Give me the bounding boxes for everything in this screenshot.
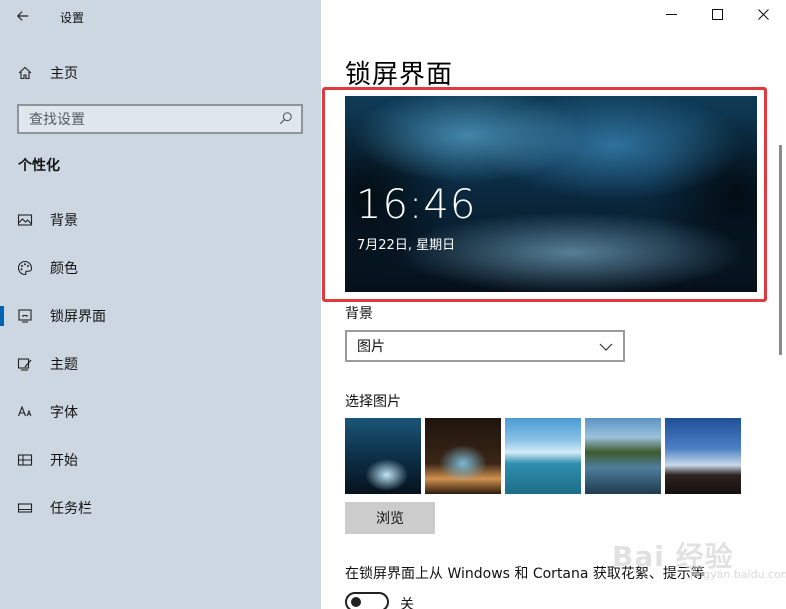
browse-button[interactable]: 浏览 — [345, 502, 435, 534]
picture-thumbnail[interactable] — [345, 418, 421, 494]
sidebar-item-fonts[interactable]: 字体 — [0, 388, 321, 436]
start-icon — [0, 452, 50, 468]
nav-list: 背景 颜色 锁屏界面 主题 字体 开始 任务栏 — [0, 196, 321, 532]
sidebar-item-background[interactable]: 背景 — [0, 196, 321, 244]
theme-icon — [0, 356, 50, 372]
picture-thumbnail[interactable] — [585, 418, 661, 494]
maximize-button[interactable] — [694, 0, 740, 32]
sidebar-item-label: 锁屏界面 — [50, 309, 106, 325]
picture-thumbnail[interactable] — [665, 418, 741, 494]
sidebar-item-start[interactable]: 开始 — [0, 436, 321, 484]
toggle-knob — [351, 597, 361, 607]
background-select-value: 图片 — [357, 339, 385, 355]
taskbar-icon — [0, 500, 50, 516]
sidebar-item-label: 背景 — [50, 213, 78, 229]
preview-date: 7月22日, 星期日 — [357, 238, 456, 253]
sidebar-item-taskbar[interactable]: 任务栏 — [0, 484, 321, 532]
preview-time: 16:46 — [356, 182, 477, 228]
app-title: 设置 — [60, 10, 85, 25]
sidebar-item-lock-screen[interactable]: 锁屏界面 — [0, 292, 321, 340]
titlebar-left: 设置 — [0, 0, 321, 34]
picture-icon — [0, 212, 50, 228]
window-controls — [648, 0, 786, 32]
minimize-button[interactable] — [648, 0, 694, 32]
toggle-state-label: 关 — [400, 597, 414, 609]
sidebar-item-label: 颜色 — [50, 261, 78, 277]
search-icon[interactable] — [279, 110, 293, 129]
sidebar-item-label: 字体 — [50, 405, 78, 421]
back-button[interactable] — [0, 0, 46, 34]
choose-picture-label: 选择图片 — [345, 394, 401, 410]
nav-home[interactable]: 主页 — [0, 58, 321, 88]
search-input[interactable]: 查找设置 — [17, 104, 303, 134]
maximize-icon — [711, 8, 723, 24]
close-icon — [757, 8, 769, 24]
sidebar-item-colors[interactable]: 颜色 — [0, 244, 321, 292]
spotlight-toggle[interactable] — [345, 592, 389, 609]
nav-home-label: 主页 — [50, 66, 78, 82]
lock-screen-preview: 16:46 7月22日, 星期日 — [345, 96, 757, 292]
minimize-icon — [665, 8, 677, 24]
sidebar-item-label: 主题 — [50, 357, 78, 373]
background-label: 背景 — [345, 306, 373, 322]
sidebar: 设置 主页 查找设置 个性化 背景 颜色 锁屏界面 主题 字体 开始 任务栏 — [0, 0, 321, 609]
search-placeholder: 查找设置 — [29, 112, 85, 128]
lock-screen-icon — [0, 308, 50, 324]
sidebar-item-label: 任务栏 — [50, 501, 92, 517]
chevron-down-icon — [599, 337, 613, 356]
watermark-url: jingyan.baidu.com — [690, 568, 786, 581]
font-icon — [0, 404, 50, 420]
picture-thumbnails — [345, 418, 741, 494]
picture-thumbnail[interactable] — [505, 418, 581, 494]
picture-thumbnail[interactable] — [425, 418, 501, 494]
section-title: 个性化 — [18, 158, 60, 174]
sidebar-item-label: 开始 — [50, 453, 78, 469]
close-button[interactable] — [740, 0, 786, 32]
background-select[interactable]: 图片 — [345, 330, 625, 362]
scrollbar[interactable] — [779, 145, 782, 355]
page-title: 锁屏界面 — [345, 60, 454, 90]
home-icon — [0, 65, 50, 81]
palette-icon — [0, 260, 50, 276]
sidebar-item-themes[interactable]: 主题 — [0, 340, 321, 388]
back-arrow-icon — [16, 8, 30, 27]
